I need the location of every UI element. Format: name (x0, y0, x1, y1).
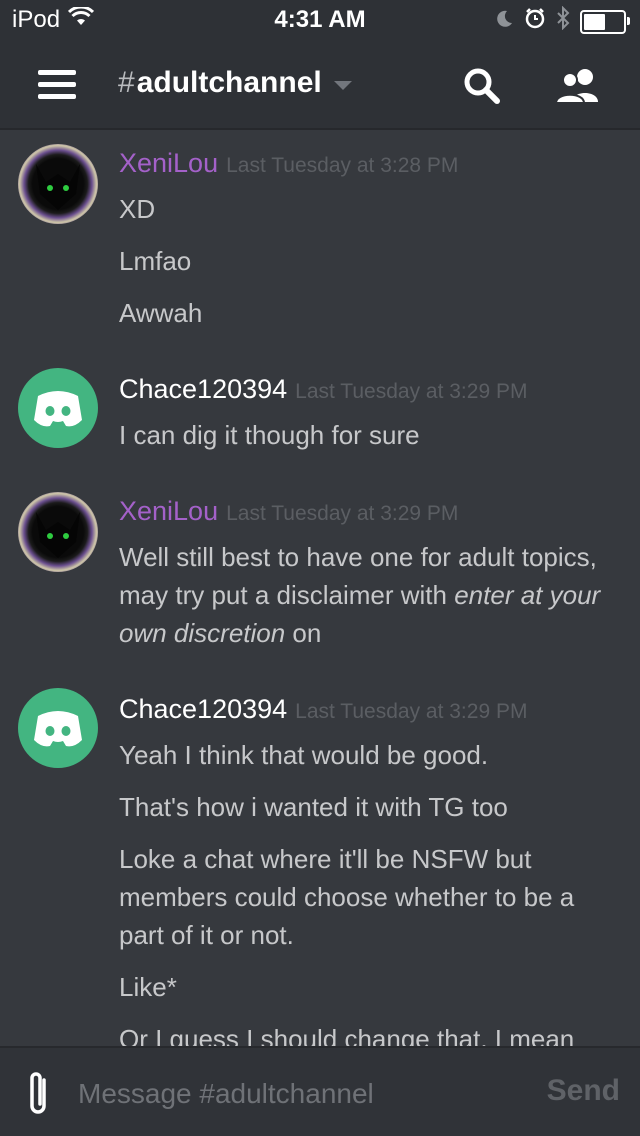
message-timestamp: Last Tuesday at 3:29 PM (295, 380, 528, 403)
author-name[interactable]: XeniLou (119, 496, 218, 527)
wolf-avatar-icon (36, 164, 80, 210)
search-icon[interactable] (462, 66, 502, 106)
paperclip-icon[interactable] (24, 1068, 54, 1118)
discord-logo-icon (34, 391, 82, 427)
message-composer: Send (0, 1046, 640, 1136)
author-line: XeniLou Last Tuesday at 3:28 PM (119, 148, 458, 179)
avatar[interactable] (18, 492, 98, 572)
message-text[interactable]: Well still best to have one for adult to… (119, 538, 619, 652)
message-text[interactable]: Lmfao (119, 242, 619, 280)
message-text[interactable]: Or I guess I should change that. I mean (119, 1020, 619, 1046)
chevron-down-icon (333, 80, 352, 90)
message-text[interactable]: Yeah I think that would be good. (119, 736, 619, 774)
avatar[interactable] (18, 368, 98, 448)
message-text[interactable]: Loke a chat where it'll be NSFW but memb… (119, 840, 619, 954)
bluetooth-icon (556, 5, 570, 37)
channel-hash: # (118, 66, 135, 99)
avatar[interactable] (18, 688, 98, 768)
author-name[interactable]: Chace120394 (119, 694, 287, 725)
message-text-part: on (285, 618, 322, 648)
author-name[interactable]: XeniLou (119, 148, 218, 179)
send-button[interactable]: Send (547, 1074, 620, 1108)
author-line: Chace120394 Last Tuesday at 3:29 PM (119, 374, 527, 405)
message-text[interactable]: Like* (119, 968, 619, 1006)
wolf-avatar-icon (36, 512, 80, 558)
top-bar: iPod 4:31 AM # adultchannel (0, 0, 640, 130)
alarm-icon (524, 7, 546, 36)
members-icon[interactable] (554, 66, 602, 106)
discord-logo-icon (34, 711, 82, 747)
battery-icon (580, 9, 630, 34)
app-screen: iPod 4:31 AM # adultchannel XeniLou Last… (0, 0, 640, 1136)
channel-header: # adultchannel (0, 40, 640, 128)
moon-icon (494, 8, 514, 36)
message-text[interactable]: Awwah (119, 294, 619, 332)
avatar[interactable] (18, 144, 98, 224)
message-text[interactable]: XD (119, 190, 619, 228)
author-line: Chace120394 Last Tuesday at 3:29 PM (119, 694, 527, 725)
message-timestamp: Last Tuesday at 3:29 PM (226, 502, 459, 525)
message-text[interactable]: That's how i wanted it with TG too (119, 788, 619, 826)
battery-fill (584, 13, 605, 30)
message-text[interactable]: I can dig it though for sure (119, 416, 619, 454)
message-timestamp: Last Tuesday at 3:28 PM (226, 154, 459, 177)
author-line: XeniLou Last Tuesday at 3:29 PM (119, 496, 458, 527)
channel-title[interactable]: # adultchannel (118, 66, 352, 100)
message-timestamp: Last Tuesday at 3:29 PM (295, 700, 528, 723)
status-bar: iPod 4:31 AM (0, 0, 640, 40)
author-name[interactable]: Chace120394 (119, 374, 287, 405)
status-icons (494, 5, 630, 37)
channel-name: adultchannel (136, 66, 322, 99)
menu-icon[interactable] (38, 70, 76, 100)
message-list[interactable]: XeniLou Last Tuesday at 3:28 PM XD Lmfao… (0, 130, 640, 1046)
message-input[interactable] (78, 1074, 518, 1114)
